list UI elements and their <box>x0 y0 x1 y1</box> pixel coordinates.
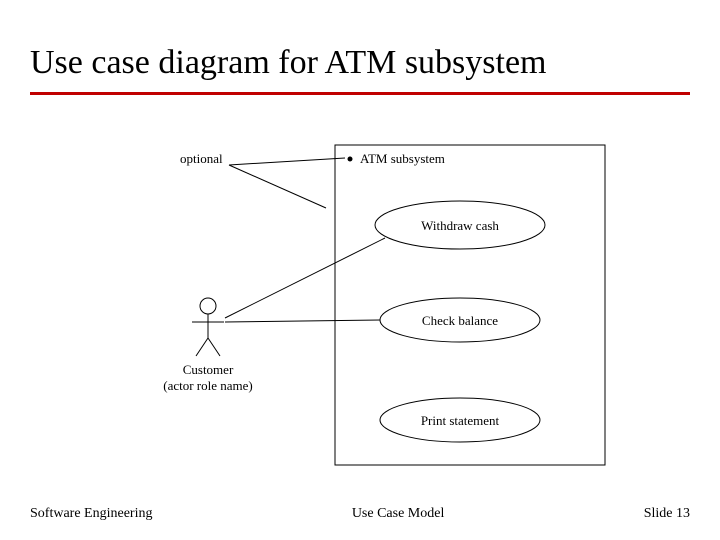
footer-right: Slide 13 <box>644 506 690 522</box>
footer-left: Software Engineering <box>30 506 152 522</box>
use-case-diagram: ATM subsystem optional Withdraw cash Che… <box>0 0 720 540</box>
footer-center: Use Case Model <box>352 506 445 522</box>
usecase-check-label: Check balance <box>422 313 498 328</box>
system-name-label: ATM subsystem <box>360 151 445 166</box>
actor-icon <box>192 298 224 356</box>
usecase-print-label: Print statement <box>421 413 500 428</box>
usecase-withdraw-label: Withdraw cash <box>421 218 499 233</box>
actor-name-line1: Customer <box>183 362 234 377</box>
actor-name-line2: (actor role name) <box>163 378 253 393</box>
slide-footer: Software Engineering Use Case Model Slid… <box>30 506 690 522</box>
optional-label: optional <box>180 151 223 166</box>
